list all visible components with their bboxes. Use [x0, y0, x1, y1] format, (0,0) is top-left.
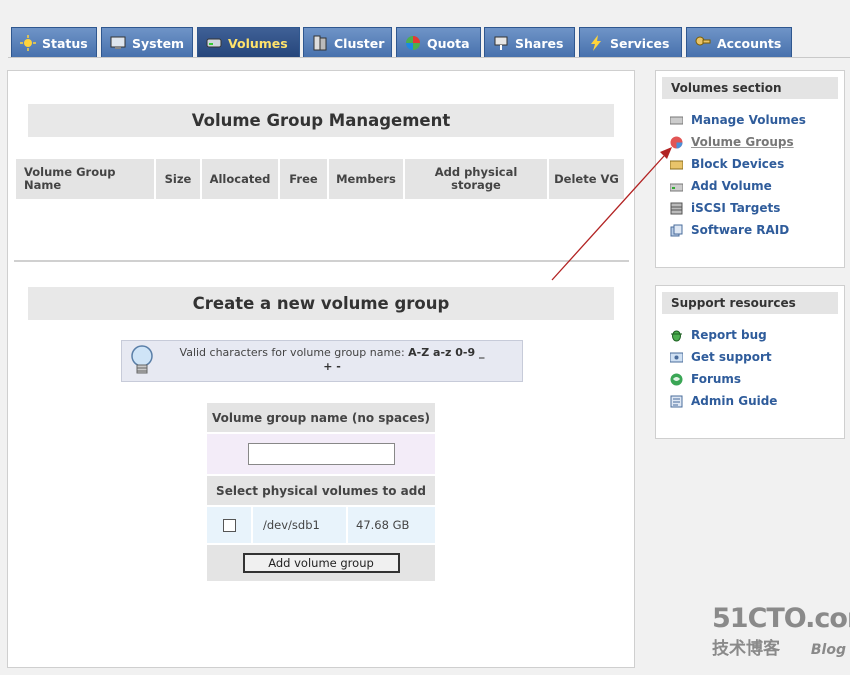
support-section-title: Support resources [662, 292, 838, 314]
col-delete-vg: Delete VG [549, 159, 624, 199]
watermark-subtitle: 技术博客 Blog [712, 634, 846, 659]
tab-accounts[interactable]: Accounts [686, 27, 792, 58]
naming-hint-box: Valid characters for volume group name: … [121, 340, 523, 382]
col-size: Size [156, 159, 200, 199]
volumes-section-title: Volumes section [662, 77, 838, 99]
tab-shares[interactable]: Shares [484, 27, 575, 58]
block-device-icon [670, 158, 683, 171]
forums-icon [670, 373, 683, 386]
watermark-cn: 技术博客 [712, 639, 780, 659]
pv-device: /dev/sdb1 [253, 507, 346, 543]
sidebar-item-label: Software RAID [691, 223, 790, 237]
watermark-blog: Blog [810, 642, 846, 658]
tab-quota[interactable]: Quota [396, 27, 481, 58]
sidebar-item-iscsi-targets[interactable]: iSCSI Targets [656, 197, 844, 219]
tab-divider [8, 57, 850, 58]
tab-cluster[interactable]: Cluster [303, 27, 392, 58]
sidebar-item-label: Forums [691, 372, 742, 386]
tab-label: Cluster [334, 35, 385, 51]
sidebar-item-block-devices[interactable]: Block Devices [656, 153, 844, 175]
volumes-section-panel: Volumes section Manage Volumes Volume Gr… [655, 70, 845, 268]
support-icon [670, 351, 683, 364]
tab-services[interactable]: Services [579, 27, 682, 58]
sidebar-item-add-volume[interactable]: Add Volume [656, 175, 844, 197]
hint-prefix: Valid characters for volume group name: [179, 346, 405, 359]
col-allocated: Allocated [202, 159, 278, 199]
add-volume-group-button[interactable]: Add volume group [242, 553, 400, 573]
disk-icon [206, 35, 222, 51]
tab-label: Services [610, 35, 670, 51]
sidebar-item-label: Get support [691, 350, 772, 364]
bug-icon [670, 329, 683, 342]
hint-chars-extra: + - [323, 360, 341, 373]
tab-label: Shares [515, 35, 564, 51]
sidebar-item-label: Report bug [691, 328, 767, 342]
volume-group-icon [670, 136, 683, 149]
lightbulb-icon [122, 341, 162, 381]
sidebar-item-label: Block Devices [691, 157, 785, 171]
key-icon [695, 35, 711, 51]
servers-icon [312, 35, 328, 51]
submit-row: Add volume group [207, 545, 435, 581]
page-title: Volume Group Management [28, 104, 614, 137]
section-divider [14, 260, 629, 262]
select-pv-label: Select physical volumes to add [207, 476, 435, 505]
sidebar-item-label: Manage Volumes [691, 113, 806, 127]
tab-label: Quota [427, 35, 470, 51]
sidebar-item-admin-guide[interactable]: Admin Guide [656, 390, 844, 412]
support-resources-panel: Support resources Report bug Get support… [655, 285, 845, 439]
lightning-icon [588, 35, 604, 51]
sidebar-item-manage-volumes[interactable]: Manage Volumes [656, 109, 844, 131]
tab-label: Status [42, 35, 88, 51]
sidebar-item-label: Add Volume [691, 179, 772, 193]
pv-row: /dev/sdb1 47.68 GB [207, 507, 435, 543]
volume-group-name-input[interactable] [247, 443, 395, 465]
monitor-icon [110, 35, 126, 51]
globe-icon [405, 35, 421, 51]
watermark: 51CTO.com 技术博客 Blog [712, 603, 850, 660]
add-volume-icon [670, 180, 683, 193]
network-icon [493, 35, 509, 51]
table-header-row: Volume Group Name Size Allocated Free Me… [16, 159, 624, 199]
col-volume-group-name: Volume Group Name [16, 159, 154, 199]
tab-status[interactable]: Status [11, 27, 97, 58]
name-label: Volume group name (no spaces) [207, 403, 435, 432]
sidebar-item-label: Volume Groups [691, 135, 794, 149]
tab-label: Volumes [228, 35, 288, 51]
create-volume-group-form: Volume group name (no spaces) Select phy… [207, 403, 435, 581]
volume-group-table: Volume Group Name Size Allocated Free Me… [14, 157, 626, 201]
col-members: Members [329, 159, 403, 199]
hint-chars: A-Z a-z 0-9 _ [408, 346, 485, 359]
sidebar-item-report-bug[interactable]: Report bug [656, 324, 844, 346]
tab-volumes[interactable]: Volumes [197, 27, 300, 58]
pv-checkbox[interactable] [222, 518, 236, 532]
pv-checkbox-cell [207, 507, 251, 543]
pv-size: 47.68 GB [348, 507, 435, 543]
sidebar-item-label: iSCSI Targets [691, 201, 781, 215]
sidebar-item-label: Admin Guide [691, 394, 778, 408]
watermark-logo: 51CTO.com [712, 603, 850, 634]
sidebar-item-volume-groups[interactable]: Volume Groups [656, 131, 844, 153]
tab-label: Accounts [717, 35, 782, 51]
col-add-physical-storage: Add physical storage [405, 159, 547, 199]
drive-icon [670, 114, 683, 127]
raid-icon [670, 224, 683, 237]
sidebar-item-software-raid[interactable]: Software RAID [656, 219, 844, 241]
iscsi-icon [670, 202, 683, 215]
hint-text: Valid characters for volume group name: … [162, 341, 502, 374]
sidebar-item-get-support[interactable]: Get support [656, 346, 844, 368]
sun-icon [20, 35, 36, 51]
create-section-title: Create a new volume group [28, 287, 614, 320]
name-input-row [207, 434, 435, 474]
main-panel: Volume Group Management Volume Group Nam… [7, 70, 635, 668]
col-free: Free [280, 159, 327, 199]
sidebar-item-forums[interactable]: Forums [656, 368, 844, 390]
tab-label: System [132, 35, 185, 51]
tab-system[interactable]: System [101, 27, 193, 58]
guide-icon [670, 395, 683, 408]
main-tab-bar: Status System Volumes Cluster Quota Shar… [0, 0, 850, 60]
